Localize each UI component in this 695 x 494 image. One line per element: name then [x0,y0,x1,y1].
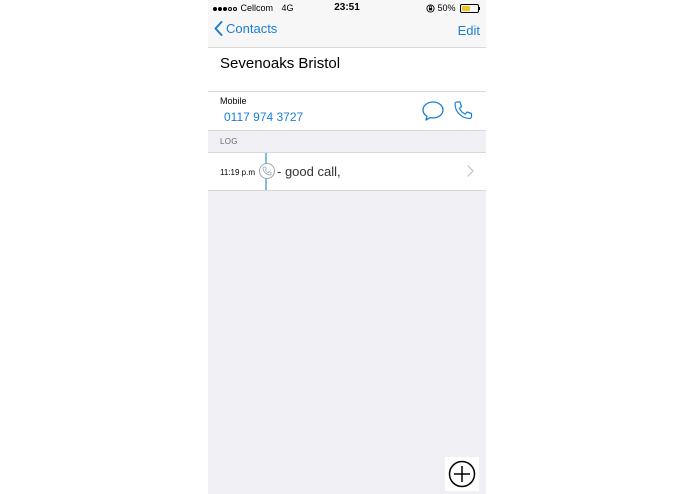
back-to-contacts-button[interactable]: Contacts [214,21,277,36]
phone-number-cell: Mobile 0117 974 3727 [208,92,486,131]
battery-icon [460,4,479,14]
log-entry-time: 11:19 p.m [220,168,255,177]
chevron-left-icon [214,21,223,36]
plus-circle-icon [448,460,476,488]
edit-button[interactable]: Edit [458,23,480,38]
back-button-label: Contacts [226,21,278,36]
log-title: LOG [220,137,238,146]
contact-name: Sevenoaks Bristol [220,55,341,72]
battery-percent: 50% [437,3,456,13]
chevron-right-icon [467,165,474,177]
log-section-header: LOG [208,131,486,153]
navigation-bar: Contacts Edit [208,16,486,48]
phone-label: Mobile [220,96,247,106]
message-icon[interactable] [421,100,445,122]
battery-status: 50% [426,3,480,14]
add-log-button[interactable] [445,457,479,491]
rotation-lock-icon [426,4,435,13]
call-log-icon [259,163,275,179]
log-entry-note: - good call, [277,164,341,179]
call-icon[interactable] [452,100,474,122]
phone-screen: Cellcom 4G 23:51 50% Contacts Edit Seven… [208,0,486,494]
log-entry-row[interactable]: 11:19 p.m - good call, [208,153,486,191]
status-bar: Cellcom 4G 23:51 50% [208,0,486,16]
phone-number[interactable]: 0117 974 3727 [224,110,303,124]
contact-name-section: Sevenoaks Bristol [208,48,486,92]
